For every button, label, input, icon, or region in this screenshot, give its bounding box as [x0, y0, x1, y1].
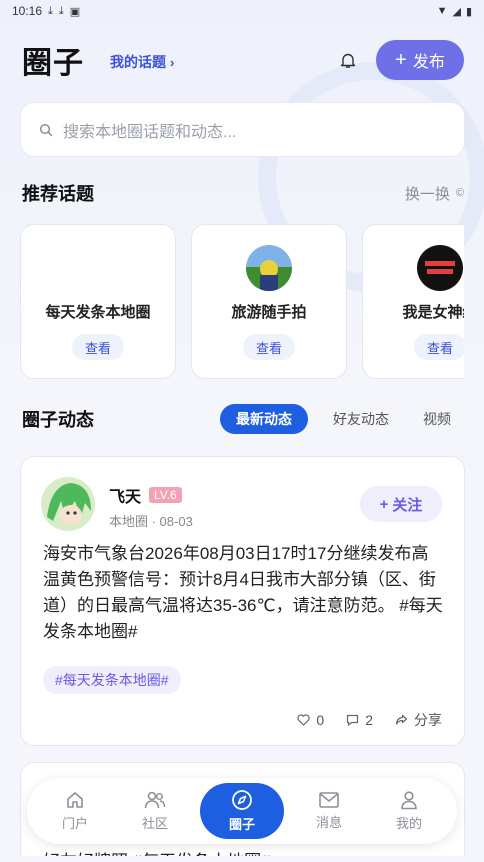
status-time: 10:16: [12, 4, 43, 18]
status-bar: 10:16 ⤓ ⤓ ▣ ▼ ◢ ▮: [0, 0, 484, 22]
topic-card[interactable]: 每天发条本地圈 查看: [20, 224, 176, 379]
tab-friends[interactable]: 好友动态: [320, 404, 402, 434]
home-icon: [67, 792, 83, 808]
wifi-icon: ▼: [436, 5, 448, 17]
page-title: 圈子: [22, 47, 84, 80]
topic-tag[interactable]: #每天发条本地圈#: [43, 666, 181, 694]
username[interactable]: 飞天: [109, 483, 141, 507]
signal-icon: ◢: [452, 5, 461, 18]
nav-item-community[interactable]: 社区: [120, 790, 190, 832]
topic-view-button[interactable]: 查看: [243, 334, 295, 360]
bell-icon[interactable]: [338, 50, 358, 70]
nav-item-portal[interactable]: 门户: [40, 790, 110, 832]
follow-button[interactable]: + 关注: [360, 486, 442, 522]
tab-latest[interactable]: 最新动态: [220, 404, 308, 434]
chevron-right-icon: ›: [170, 54, 175, 70]
nav-item-circle[interactable]: 圈子: [200, 783, 284, 839]
header: 圈子 我的话题 › + 发布: [22, 38, 464, 82]
user-icon: [401, 791, 417, 810]
post-card[interactable]: 飞天 LV.6 本地圈 · 08-03 + 关注 海安市气象台2026年08月0…: [20, 456, 465, 746]
topic-name: 旅游随手拍: [231, 304, 307, 321]
post-user: 飞天 LV.6: [109, 483, 182, 507]
nav-item-profile[interactable]: 我的: [374, 790, 444, 832]
nav-item-messages[interactable]: 消息: [294, 791, 364, 831]
my-topics-link[interactable]: 我的话题 ›: [110, 52, 174, 72]
avatar[interactable]: [41, 477, 95, 531]
like-count: 0: [316, 712, 325, 728]
bottom-strip: [0, 856, 484, 862]
tab-video[interactable]: 视频: [410, 404, 464, 434]
notification-a-icon: ▣: [69, 5, 81, 18]
topic-avatar: [417, 245, 463, 291]
nav-label: 社区: [141, 816, 168, 831]
recommended-header: 推荐话题 换一换 ©: [22, 180, 464, 206]
nav-label: 我的: [395, 816, 422, 831]
post-meta: 本地圈 · 08-03: [109, 514, 193, 529]
share-icon: [395, 714, 408, 725]
heart-icon: [297, 714, 311, 726]
topics-row: 每天发条本地圈 查看 旅游随手拍 查看 我是女神经 查看: [20, 224, 464, 380]
search-placeholder: 搜索本地圈话题和动态...: [63, 123, 237, 141]
topic-view-button[interactable]: 查看: [72, 334, 124, 360]
plus-icon: +: [395, 49, 407, 71]
feed-tabs: 最新动态 好友动态 视频: [220, 404, 464, 434]
download-icon: ⤓: [48, 4, 53, 17]
topic-avatar: [75, 245, 121, 291]
topic-name: 每天发条本地圈: [45, 304, 151, 321]
plus-icon: +: [379, 495, 389, 513]
refresh-icon: ©: [455, 187, 464, 199]
download-icon: ⤓: [58, 4, 64, 17]
topic-avatar: [246, 245, 292, 291]
comment-button[interactable]: 2: [346, 712, 373, 728]
topic-name: 我是女神经: [402, 304, 464, 321]
publish-label: 发布: [412, 54, 445, 71]
level-badge: LV.6: [149, 487, 182, 503]
topic-card[interactable]: 我是女神经 查看: [362, 224, 464, 379]
post-actions: 0 2 分享: [297, 710, 442, 730]
share-button[interactable]: 分享: [395, 710, 442, 730]
nav-label: 消息: [315, 815, 342, 830]
battery-icon: ▮: [465, 5, 472, 18]
my-topics-label: 我的话题: [110, 54, 166, 70]
compass-icon: [232, 790, 252, 810]
search-input[interactable]: 搜索本地圈话题和动态...: [20, 102, 465, 157]
refresh-button[interactable]: 换一换 ©: [405, 183, 464, 204]
search-icon: [39, 123, 53, 136]
topic-view-button[interactable]: 查看: [414, 334, 464, 360]
users-icon: [144, 791, 166, 809]
follow-label: 关注: [392, 496, 423, 514]
bottom-nav: 门户 社区 圈子 消息 我的: [27, 778, 457, 844]
share-label: 分享: [414, 712, 442, 728]
feed-title: 圈子动态: [22, 410, 94, 430]
comment-count: 2: [365, 712, 373, 728]
publish-button[interactable]: + 发布: [376, 40, 464, 80]
nav-label: 圈子: [228, 817, 255, 832]
nav-label: 门户: [61, 816, 88, 831]
post-content: 海安市气象台2026年08月03日17时17分继续发布高温黄色预警信号：预计8月…: [43, 544, 443, 641]
like-button[interactable]: 0: [297, 712, 324, 728]
recommended-title: 推荐话题: [22, 184, 94, 204]
mail-icon: [319, 792, 339, 808]
refresh-label: 换一换: [404, 185, 450, 203]
feed-header: 圈子动态 最新动态 好友动态 视频: [22, 404, 464, 434]
comment-icon: [347, 714, 359, 726]
topic-card[interactable]: 旅游随手拍 查看: [191, 224, 347, 379]
